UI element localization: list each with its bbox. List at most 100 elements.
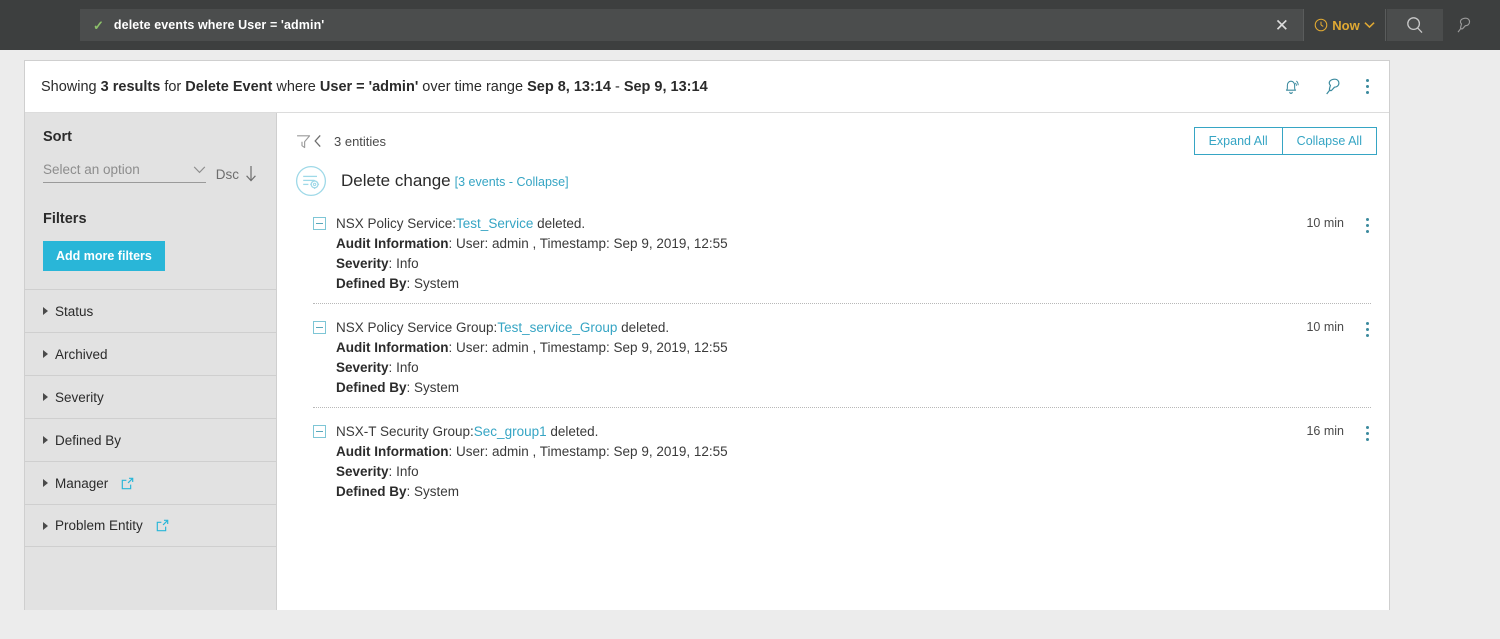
sort-direction-label: Dsc [215, 166, 239, 182]
check-icon: ✓ [93, 17, 104, 33]
event-entity-link[interactable]: Test_service_Group [497, 320, 617, 335]
event-suffix: deleted. [617, 320, 670, 335]
event-title: NSX Policy Service:Test_Service deleted. [336, 214, 1306, 234]
pin-icon [1326, 78, 1340, 94]
event-more-menu-button[interactable] [1364, 216, 1371, 235]
time-range-now-button[interactable]: Now [1303, 9, 1386, 41]
collapse-event-toggle[interactable] [313, 217, 326, 230]
header-more-menu-button[interactable] [1364, 77, 1371, 96]
event-time: 10 min [1306, 320, 1344, 334]
event-actions: 10 min [1306, 214, 1371, 294]
filter-item-status[interactable]: Status [25, 289, 276, 332]
caret-right-icon [43, 479, 48, 487]
sort-section: Sort Select an option Dsc [25, 113, 276, 183]
event-actions: 16 min [1306, 422, 1371, 502]
collapse-event-toggle[interactable] [313, 425, 326, 438]
expand-collapse-group: Expand All Collapse All [1193, 127, 1377, 155]
group-collapse-link[interactable]: [3 events - Collapse] [455, 175, 569, 189]
results-panel: 3 entities Expand All Collapse All Delet… [277, 113, 1389, 610]
clock-icon [1314, 18, 1328, 32]
card-body: Sort Select an option Dsc Filters Add mo… [25, 113, 1389, 610]
event-time: 10 min [1306, 216, 1344, 230]
more-vertical-icon [1366, 322, 1369, 325]
filter-item-defined-by[interactable]: Defined By [25, 418, 276, 461]
external-link-icon [122, 477, 134, 489]
bell-alert-icon [1285, 80, 1299, 94]
filter-collapse-button[interactable] [295, 133, 323, 150]
minus-icon [316, 431, 323, 432]
bell-alert-button[interactable] [1281, 77, 1301, 97]
defined-by-label: Defined By [336, 380, 407, 395]
caret-right-icon [43, 393, 48, 401]
event-row: NSX Policy Service Group:Test_service_Gr… [313, 303, 1371, 407]
severity-label: Severity [336, 360, 389, 375]
event-title: NSX-T Security Group:Sec_group1 deleted. [336, 422, 1306, 442]
arrow-down-icon [246, 166, 256, 182]
external-link-button[interactable] [121, 477, 134, 490]
group-title: Delete change [341, 171, 451, 190]
event-suffix: deleted. [546, 424, 599, 439]
event-entity-link[interactable]: Sec_group1 [474, 424, 547, 439]
defined-by-value: System [414, 484, 460, 499]
severity-label: Severity [336, 464, 389, 479]
event-suffix: deleted. [533, 216, 586, 231]
event-more-menu-button[interactable] [1364, 424, 1371, 443]
sort-controls: Select an option Dsc [43, 162, 258, 183]
filter-label: Problem Entity [55, 518, 143, 533]
filter-label: Defined By [55, 432, 122, 448]
pin-results-button[interactable] [1323, 77, 1342, 97]
event-audit: Audit Information: User: admin , Timesta… [336, 236, 728, 251]
external-link-button[interactable] [156, 519, 169, 532]
group-title-wrap: Delete change [3 events - Collapse] [341, 171, 569, 191]
sort-direction-toggle[interactable]: Dsc [216, 165, 258, 183]
event-entity-link[interactable]: Test_Service [456, 216, 533, 231]
add-more-filters-button[interactable]: Add more filters [43, 241, 165, 271]
caret-right-icon [43, 307, 48, 315]
search-submit-button[interactable] [1387, 9, 1443, 41]
event-group-header: Delete change [3 events - Collapse] [277, 159, 1389, 197]
event-list: NSX Policy Service:Test_Service deleted.… [277, 209, 1389, 511]
event-title: NSX Policy Service Group:Test_service_Gr… [336, 318, 1306, 338]
defined-by-label: Defined By [336, 276, 407, 291]
event-defined-by: Defined By: System [336, 484, 460, 499]
filter-label: Status [55, 303, 94, 319]
audit-value: User: admin , Timestamp: Sep 9, 2019, 12… [456, 236, 728, 251]
defined-by-value: System [414, 276, 460, 291]
audit-label: Audit Information [336, 444, 449, 459]
results-header: Showing 3 results for Delete Event where… [25, 61, 1389, 113]
event-more-menu-button[interactable] [1364, 320, 1371, 339]
more-vertical-icon [1366, 426, 1369, 429]
event-time: 16 min [1306, 424, 1344, 438]
summary-time-start: Sep 8, 13:14 [527, 78, 611, 95]
event-details: NSX-T Security Group:Sec_group1 deleted.… [336, 422, 1306, 502]
collapse-all-button[interactable]: Collapse All [1282, 127, 1377, 155]
event-audit: Audit Information: User: admin , Timesta… [336, 444, 728, 459]
collapse-event-toggle[interactable] [313, 321, 326, 334]
event-audit: Audit Information: User: admin , Timesta… [336, 340, 728, 355]
search-query-text[interactable]: delete events where User = 'admin' [114, 18, 1261, 32]
sort-select-placeholder: Select an option [43, 162, 140, 177]
audit-value: User: admin , Timestamp: Sep 9, 2019, 12… [456, 340, 728, 355]
defined-by-value: System [414, 380, 460, 395]
event-defined-by: Defined By: System [336, 380, 460, 395]
sort-title: Sort [43, 129, 72, 145]
event-entity-type: NSX Policy Service: [336, 216, 457, 231]
time-range-label: Now [1332, 17, 1360, 33]
header-actions [1281, 77, 1371, 97]
sort-select[interactable]: Select an option [43, 162, 206, 183]
summary-event-type: Delete Event [185, 78, 273, 95]
more-vertical-icon [1366, 218, 1369, 221]
filter-item-manager[interactable]: Manager [25, 461, 276, 504]
search-bar[interactable]: ✓ delete events where User = 'admin' ✕ [80, 9, 1303, 41]
clear-search-button[interactable]: ✕ [1261, 17, 1303, 34]
summary-mid-where: where [272, 78, 320, 95]
filter-item-severity[interactable]: Severity [25, 375, 276, 418]
event-details: NSX Policy Service Group:Test_service_Gr… [336, 318, 1306, 398]
filter-item-problem-entity[interactable]: Problem Entity [25, 504, 276, 547]
expand-all-button[interactable]: Expand All [1193, 127, 1283, 155]
severity-value: Info [396, 256, 419, 271]
pin-button[interactable] [1443, 9, 1483, 41]
search-icon [1407, 17, 1423, 34]
filter-item-archived[interactable]: Archived [25, 332, 276, 375]
filter-label: Manager [55, 475, 109, 491]
